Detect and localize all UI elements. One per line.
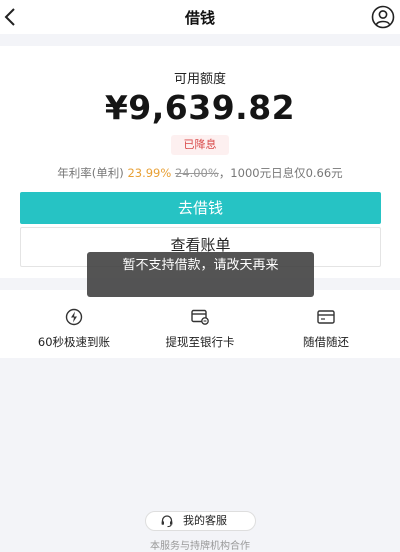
- quota-card: 可用额度 ¥9,639.82 已降息 年利率(单利) 23.99% 24.00%…: [0, 46, 400, 278]
- rate-suffix: ，1000元日息仅0.66元: [218, 166, 343, 180]
- lightning-circle-icon: [65, 308, 83, 326]
- feature-flexible-repay: 随借随还: [252, 290, 400, 358]
- page-title: 借钱: [184, 9, 215, 27]
- borrow-button[interactable]: 去借钱: [20, 192, 381, 224]
- interest-rate-line: 年利率(单利) 23.99% 24.00%，1000元日息仅0.66元: [0, 165, 400, 181]
- bank-card-icon: [191, 309, 209, 325]
- wallet-card-icon: [317, 310, 335, 324]
- customer-service-button[interactable]: 我的客服: [145, 511, 256, 531]
- current-rate: 23.99%: [127, 166, 172, 180]
- user-circle-icon[interactable]: [371, 5, 395, 29]
- quota-amount: ¥9,639.82: [104, 88, 296, 127]
- feature-label: 随借随还: [303, 335, 349, 349]
- rate-reduced-badge: 已降息: [171, 135, 229, 155]
- old-rate: 24.00%: [174, 166, 219, 180]
- customer-service-label: 我的客服: [183, 514, 227, 527]
- rate-prefix: 年利率(单利): [57, 166, 128, 180]
- toast-message: 暂不支持借款，请改天再来: [87, 252, 314, 297]
- headset-icon: [161, 515, 173, 528]
- partner-disclaimer: 本服务与持牌机构合作: [150, 541, 250, 552]
- available-quota-label: 可用额度: [173, 72, 226, 87]
- top-nav-bar: 借钱: [0, 0, 400, 34]
- features-row: 60秒极速到账 提现至银行卡 随借随还: [0, 290, 400, 358]
